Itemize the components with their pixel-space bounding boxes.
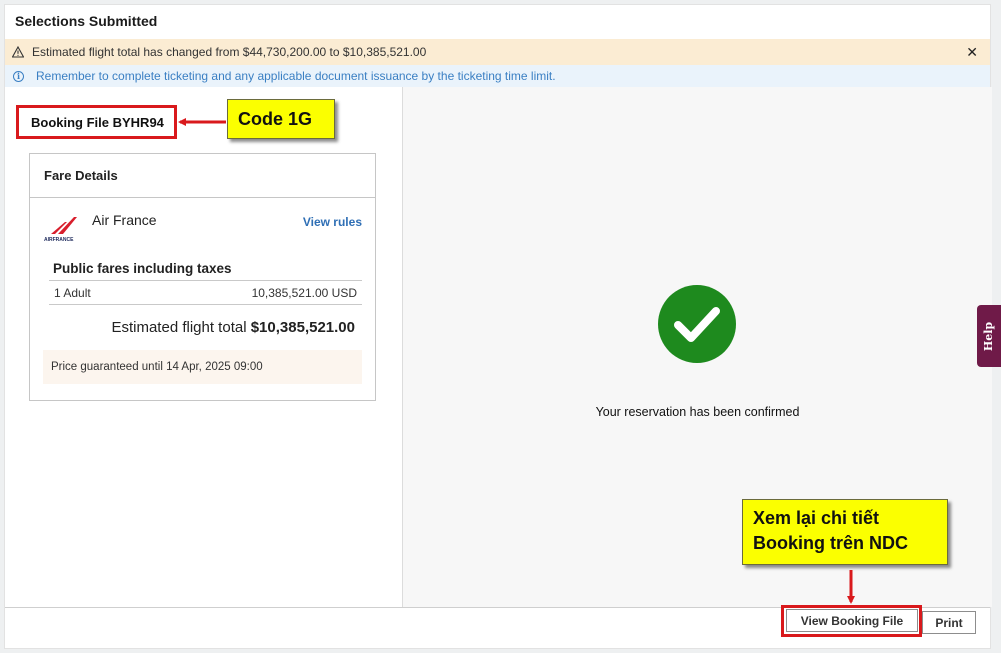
help-label: Help (982, 321, 996, 351)
ticketing-reminder: i Remember to complete ticketing and any… (5, 65, 990, 87)
close-icon[interactable]: ✕ (966, 44, 978, 61)
total-value: $10,385,521.00 (250, 319, 355, 336)
page-title: Selections Submitted (15, 13, 158, 29)
annotation-ndc-line1: Xem lại chi tiết (753, 508, 880, 528)
warning-triangle-icon (12, 46, 24, 58)
annotation-ndc-line2: Booking trên NDC (753, 533, 908, 553)
info-icon: i (13, 70, 24, 82)
help-tab[interactable]: Help (977, 305, 1001, 367)
booking-summary-pane: Booking File BYHR94 Code 1G Fare Details… (5, 87, 402, 607)
fare-details-card: Fare Details AIRFRANCE Air France View r… (29, 153, 376, 401)
success-check-icon (658, 285, 736, 363)
estimated-total: Estimated flight total $10,385,521.00 (111, 319, 355, 336)
view-booking-file-button[interactable]: View Booking File (786, 609, 918, 632)
confirmation-message: Your reservation has been confirmed (595, 405, 800, 419)
warning-text: Estimated flight total has changed from … (32, 45, 427, 59)
booking-file-label: Booking File BYHR94 (16, 105, 177, 139)
fare-details-title: Fare Details (30, 154, 375, 198)
fares-heading: Public fares including taxes (53, 261, 232, 276)
view-rules-link[interactable]: View rules (303, 215, 362, 229)
air-france-logo-text: AIRFRANCE (44, 237, 74, 243)
annotation-ndc: Xem lại chi tiết Booking trên NDC (742, 499, 948, 565)
annotation-code-1g: Code 1G (227, 99, 335, 139)
info-text: Remember to complete ticketing and any a… (36, 69, 556, 83)
passenger-type: 1 Adult (54, 285, 91, 300)
passenger-fare-row: 1 Adult 10,385,521.00 USD (49, 280, 362, 305)
price-guarantee: Price guaranteed until 14 Apr, 2025 09:0… (43, 350, 362, 384)
print-button[interactable]: Print (922, 611, 976, 634)
air-france-logo: AIRFRANCE (44, 217, 77, 243)
total-label: Estimated flight total (111, 319, 247, 336)
passenger-amount: 10,385,521.00 USD (251, 285, 357, 300)
price-change-warning: Estimated flight total has changed from … (5, 39, 990, 65)
airline-row: AIRFRANCE Air France View rules (30, 198, 375, 254)
airline-name: Air France (92, 212, 157, 228)
